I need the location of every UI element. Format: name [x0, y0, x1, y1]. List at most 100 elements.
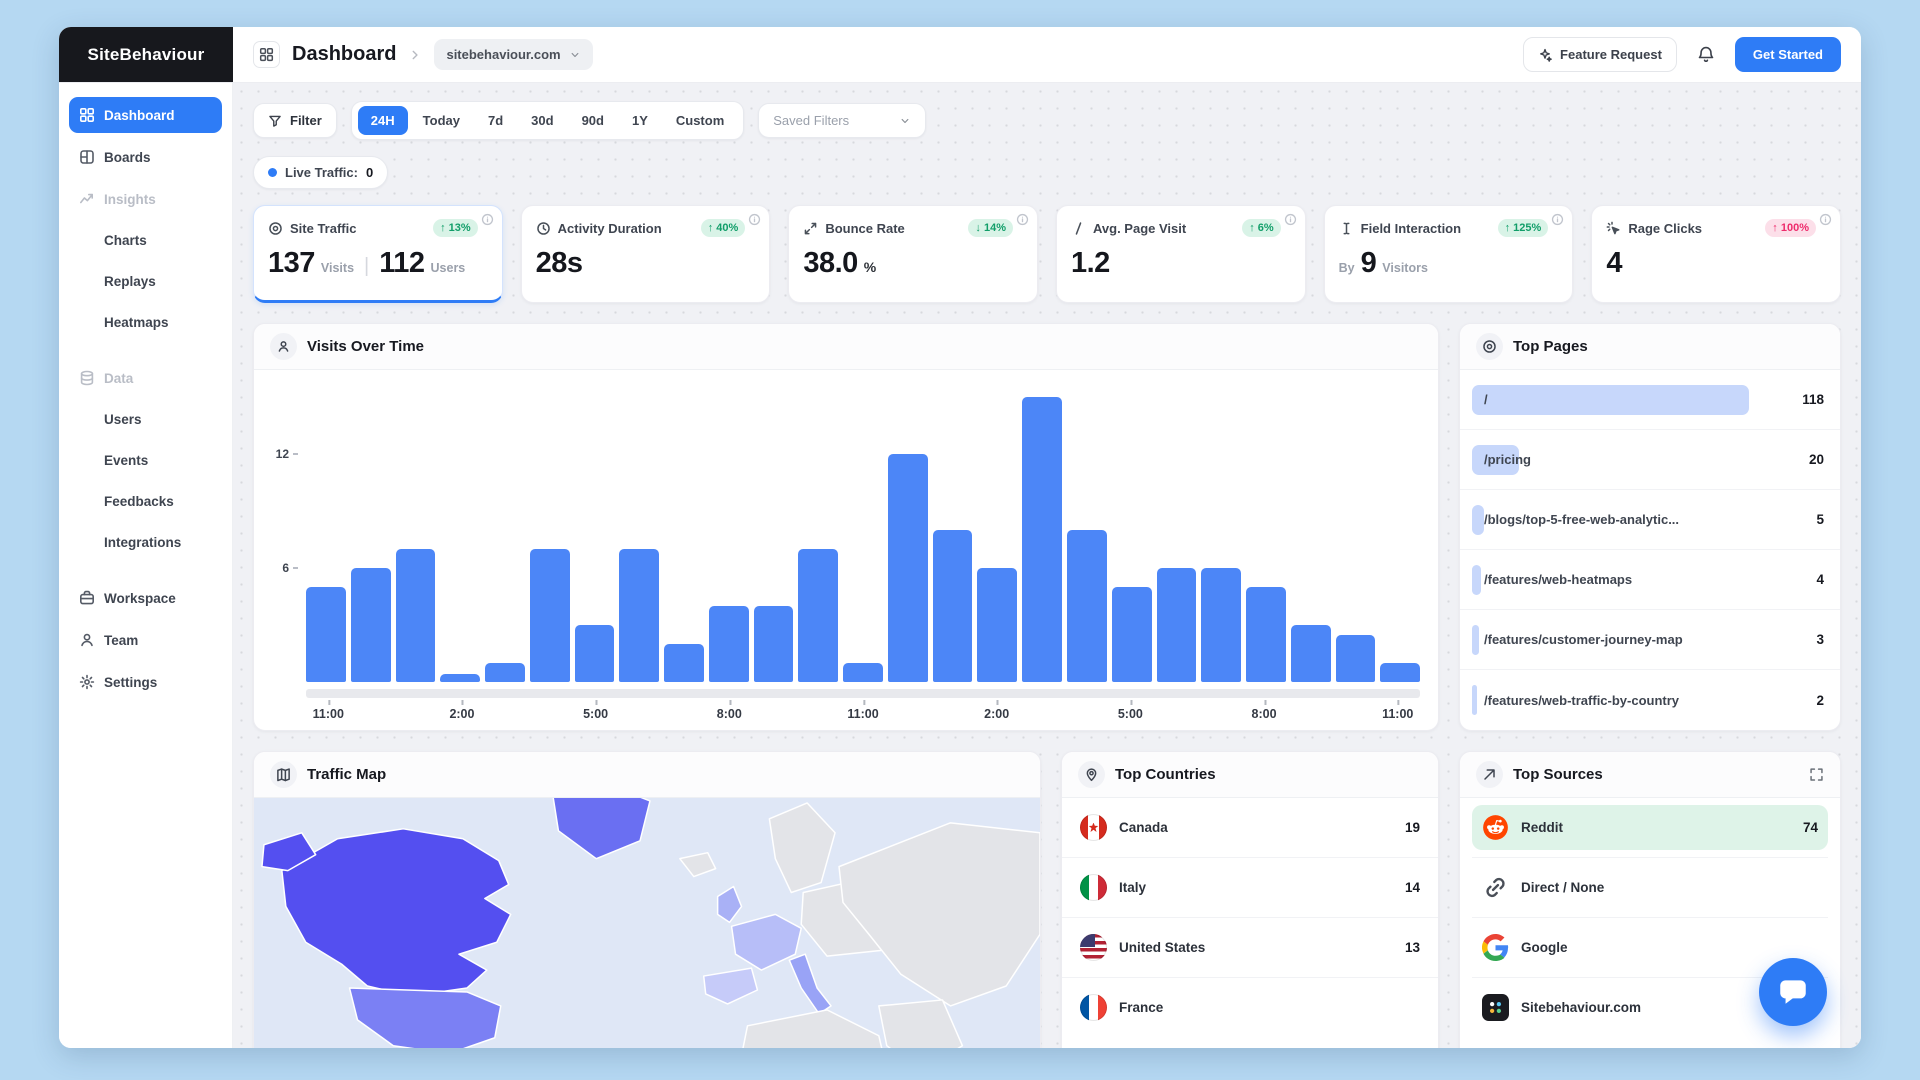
sidebar-item-users[interactable]: Users: [69, 402, 222, 437]
filter-button[interactable]: Filter: [253, 103, 337, 138]
range-tab-90d[interactable]: 90d: [569, 106, 617, 135]
chart-bar[interactable]: [395, 549, 436, 682]
chart-bar[interactable]: [1246, 587, 1286, 682]
sidebar-item-integrations[interactable]: Integrations: [69, 525, 222, 560]
trend-badge: ↑ 6%: [1242, 219, 1281, 237]
flag-ca-icon: [1080, 814, 1107, 841]
chart-bar[interactable]: [887, 454, 928, 682]
world-map[interactable]: [254, 798, 1040, 1048]
chart-bar[interactable]: [1111, 587, 1152, 682]
top-page-row[interactable]: /pricing 20: [1460, 430, 1840, 490]
get-started-button[interactable]: Get Started: [1734, 37, 1841, 72]
metric-card-activity-duration[interactable]: Activity Duration ↑ 40% 28s: [520, 205, 771, 303]
metric-card-bounce-rate[interactable]: Bounce Rate ↓ 14% 38.0%: [788, 205, 1038, 303]
country-row-canada[interactable]: Canada 19: [1062, 798, 1438, 858]
chart-bar[interactable]: [619, 549, 660, 682]
metric-card-rage-clicks[interactable]: Rage Clicks ↑ 100% 4: [1591, 205, 1841, 303]
sidebar-item-workspace[interactable]: Workspace: [69, 580, 222, 616]
sidebar-item-label: Users: [104, 412, 142, 427]
top-page-row[interactable]: /features/customer-journey-map 3: [1460, 610, 1840, 670]
x-tick-label: 2:00: [984, 700, 1010, 721]
y-tick-label: 12: [276, 447, 298, 461]
live-traffic-value: 0: [365, 165, 374, 180]
saved-filters-dropdown[interactable]: Saved Filters: [758, 103, 927, 138]
sidebar-item-feedbacks[interactable]: Feedbacks: [69, 484, 222, 519]
sidebar-item-label: Data: [104, 370, 134, 386]
sidebar-item-charts[interactable]: Charts: [69, 223, 222, 258]
x-tick-label: 11:00: [1382, 700, 1414, 721]
sidebar-item-boards[interactable]: Boards: [69, 139, 222, 175]
info-icon[interactable]: [748, 213, 761, 226]
metric-card-field-interaction[interactable]: Field Interaction ↑ 125% By 9 Visitors: [1323, 205, 1574, 303]
chart-bar[interactable]: [932, 530, 973, 682]
countries-list: Canada 19 Italy 14 United States 13 France: [1062, 798, 1438, 1037]
expand-icon[interactable]: [1809, 767, 1824, 782]
range-tab-7d[interactable]: 7d: [475, 106, 516, 135]
sidebar-item-team[interactable]: Team: [69, 622, 222, 658]
info-icon[interactable]: [1284, 213, 1297, 226]
chart-bar[interactable]: [664, 644, 704, 682]
range-tab-today[interactable]: Today: [410, 106, 473, 135]
value-unit: %: [863, 259, 877, 275]
chart-bar[interactable]: [1156, 568, 1197, 682]
top-page-row[interactable]: /features/web-heatmaps 4: [1460, 550, 1840, 610]
source-row-direct-none[interactable]: Direct / None: [1472, 858, 1828, 918]
country-row-italy[interactable]: Italy 14: [1062, 858, 1438, 918]
page-visits: 5: [1816, 512, 1824, 527]
live-traffic-pill[interactable]: Live Traffic: 0: [253, 156, 389, 189]
chart-bar[interactable]: [1067, 530, 1107, 682]
range-tab-custom[interactable]: Custom: [663, 106, 737, 135]
live-row: Live Traffic: 0: [253, 156, 1841, 189]
country-row-france[interactable]: France: [1062, 978, 1438, 1037]
info-icon[interactable]: [1819, 213, 1832, 226]
source-row-reddit[interactable]: Reddit 74: [1472, 798, 1828, 858]
sidebar-item-heatmaps[interactable]: Heatmaps: [69, 305, 222, 340]
chart-bar[interactable]: [350, 568, 391, 682]
chart-bar[interactable]: [798, 549, 839, 682]
top-page-row[interactable]: /blogs/top-5-free-web-analytic... 5: [1460, 490, 1840, 550]
filter-row: Filter 24H Today 7d 30d 90d 1Y Custom Saved Fi…: [253, 101, 1841, 140]
chart-bar[interactable]: [529, 549, 570, 682]
chart-plot[interactable]: 6 12: [272, 388, 1421, 682]
live-traffic-label: Live Traffic:: [285, 165, 358, 180]
chart-bar[interactable]: [843, 663, 883, 682]
info-icon[interactable]: [1016, 213, 1029, 226]
sidebar-item-events[interactable]: Events: [69, 443, 222, 478]
chart-bar[interactable]: [440, 674, 481, 682]
site-selector[interactable]: sitebehaviour.com: [434, 39, 593, 70]
chart-bar[interactable]: [753, 606, 794, 682]
top-page-row[interactable]: / 118: [1460, 370, 1840, 430]
chart-bar[interactable]: [1380, 663, 1421, 682]
range-tab-24h[interactable]: 24H: [357, 106, 408, 135]
trend-badge: ↑ 100%: [1765, 219, 1816, 237]
chart-bar[interactable]: [1290, 625, 1331, 682]
metric-card-avg-page-visit[interactable]: Avg. Page Visit ↑ 6% 1.2: [1056, 205, 1306, 303]
chart-bar[interactable]: [485, 663, 525, 682]
trend-badge: ↓ 14%: [968, 219, 1013, 237]
live-dot-icon: [268, 168, 277, 177]
top-page-row[interactable]: /features/web-traffic-by-country 2: [1460, 670, 1840, 730]
notifications-button[interactable]: [1689, 38, 1723, 72]
chart-bar[interactable]: [708, 606, 749, 682]
sidebar-item-replays[interactable]: Replays: [69, 264, 222, 299]
chart-bar[interactable]: [1335, 634, 1376, 682]
google-icon: [1482, 934, 1509, 961]
chart-bar[interactable]: [1022, 397, 1063, 682]
sidebar-item-settings[interactable]: Settings: [69, 664, 222, 700]
range-tab-1y[interactable]: 1Y: [619, 106, 661, 135]
chart-bar[interactable]: [1201, 568, 1242, 682]
metric-card-site-traffic[interactable]: Site Traffic ↑ 13% 137 Visits | 112 Users: [253, 205, 503, 303]
chart-bar[interactable]: [574, 625, 615, 682]
feature-request-button[interactable]: Feature Request: [1523, 37, 1677, 72]
country-row-united-states[interactable]: United States 13: [1062, 918, 1438, 978]
sidebar-item-label: Team: [104, 632, 139, 648]
chart-bar[interactable]: [306, 587, 346, 682]
chart-bar[interactable]: [977, 568, 1018, 682]
info-icon[interactable]: [481, 213, 494, 226]
page-visits: 3: [1816, 632, 1824, 647]
logo[interactable]: SiteBehaviour: [59, 27, 233, 82]
sidebar-item-dashboard[interactable]: Dashboard: [69, 97, 222, 133]
chat-widget-button[interactable]: [1759, 958, 1827, 1026]
info-icon[interactable]: [1551, 213, 1564, 226]
range-tab-30d[interactable]: 30d: [518, 106, 566, 135]
